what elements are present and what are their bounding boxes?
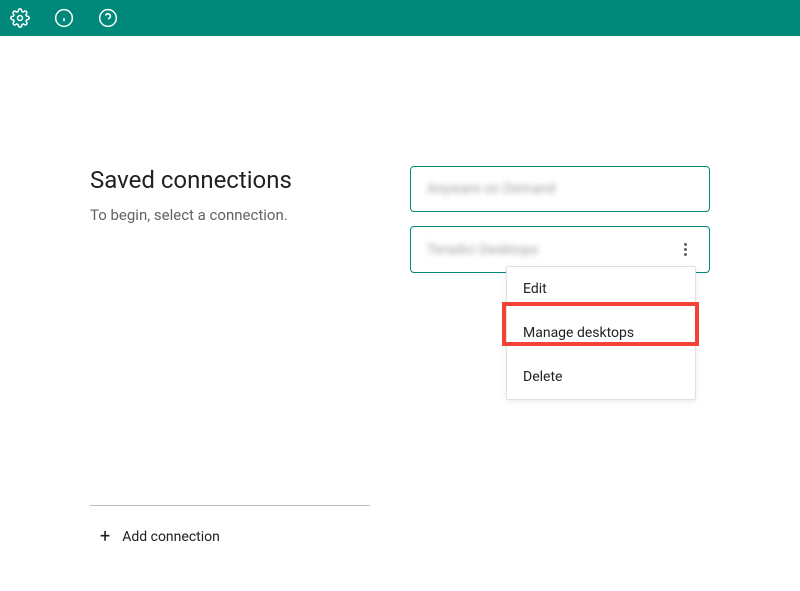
info-icon[interactable]: [52, 6, 76, 30]
connection-item[interactable]: Anyware on Demand: [410, 166, 710, 212]
menu-item-delete[interactable]: Delete: [507, 355, 695, 399]
kebab-icon[interactable]: [678, 241, 693, 258]
footer-bar: + Add connection: [90, 505, 370, 546]
menu-item-edit[interactable]: Edit: [507, 267, 695, 311]
connections-pane: Anyware on Demand Teradici Desktops Edit…: [410, 166, 710, 591]
gear-icon[interactable]: [8, 6, 32, 30]
top-toolbar: [0, 0, 800, 36]
plus-icon: +: [100, 528, 110, 546]
add-connection-label: Add connection: [122, 529, 220, 545]
context-menu: Edit Manage desktops Delete: [506, 266, 696, 400]
help-icon[interactable]: [96, 6, 120, 30]
add-connection-button[interactable]: + Add connection: [90, 528, 370, 546]
connection-label: Anyware on Demand: [427, 181, 555, 197]
menu-item-manage-desktops[interactable]: Manage desktops: [507, 311, 695, 355]
page-title: Saved connections: [90, 166, 370, 194]
page-subtitle: To begin, select a connection.: [90, 206, 370, 224]
connection-label: Teradici Desktops: [427, 242, 538, 258]
